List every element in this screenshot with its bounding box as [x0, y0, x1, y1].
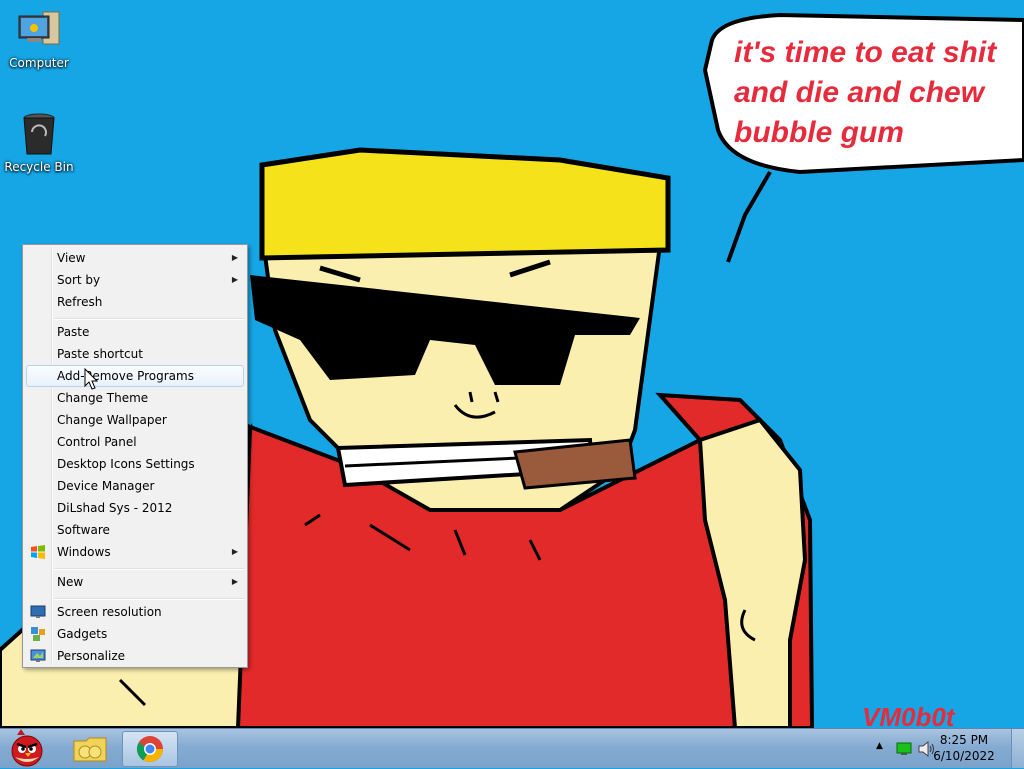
taskbar-pinned-chrome[interactable]	[122, 731, 178, 767]
taskbar-pinned-file-explorer[interactable]	[62, 731, 118, 767]
menu-item-screen-resolution[interactable]: Screen resolution	[26, 601, 244, 623]
gadgets-icon	[31, 627, 45, 641]
menu-separator	[54, 568, 244, 570]
wallpaper-signature: VM0b0t	[862, 702, 956, 730]
menu-item-label: Device Manager	[57, 479, 155, 493]
menu-item-control-panel[interactable]: Control Panel	[26, 431, 244, 453]
menu-item-refresh[interactable]: Refresh	[26, 291, 244, 313]
menu-item-paste-shortcut[interactable]: Paste shortcut	[26, 343, 244, 365]
menu-item-label: Refresh	[57, 295, 103, 309]
menu-item-gadgets[interactable]: Gadgets	[26, 623, 244, 645]
taskbar: ▲ 8:25 PM 6/10/2022	[0, 728, 1024, 768]
menu-item-label: Change Theme	[57, 391, 149, 405]
menu-item-label: Software	[57, 523, 110, 537]
system-tray: ▲ 8:25 PM 6/10/2022	[854, 729, 1024, 769]
menu-item-windows[interactable]: Windows ▶	[26, 541, 244, 563]
computer-icon	[18, 11, 60, 45]
menu-item-change-theme[interactable]: Change Theme	[26, 387, 244, 409]
menu-item-label: Add-Remove Programs	[57, 369, 194, 383]
desktop-icon-label: Recycle Bin	[4, 160, 74, 174]
menu-item-label: Paste	[57, 325, 90, 339]
menu-item-sort-by[interactable]: Sort by ▶	[26, 269, 244, 291]
menu-item-label: Paste shortcut	[57, 347, 143, 361]
menu-item-label: DiLshad Sys - 2012	[57, 501, 173, 515]
desktop-context-menu: View ▶ Sort by ▶ Refresh Paste Paste sho…	[22, 244, 248, 668]
menu-separator	[54, 318, 244, 320]
taskbar-clock[interactable]: 8:25 PM 6/10/2022	[924, 732, 1004, 764]
show-hidden-icons-icon[interactable]: ▲	[876, 741, 883, 751]
mouse-cursor-icon	[84, 368, 99, 390]
menu-item-software[interactable]: Software	[26, 519, 244, 541]
menu-item-label: Sort by	[57, 273, 101, 287]
menu-item-view[interactable]: View ▶	[26, 247, 244, 269]
windows-logo-icon	[31, 545, 45, 559]
menu-item-label: Gadgets	[57, 627, 108, 641]
menu-item-personalize[interactable]: Personalize	[26, 645, 244, 667]
menu-separator	[54, 598, 244, 600]
menu-item-label: View	[57, 251, 86, 265]
menu-item-label: Change Wallpaper	[57, 413, 167, 427]
clock-date: 6/10/2022	[933, 749, 995, 763]
submenu-arrow-icon: ▶	[231, 275, 238, 284]
menu-item-label: New	[57, 575, 84, 589]
submenu-arrow-icon: ▶	[231, 253, 238, 262]
menu-item-device-manager[interactable]: Device Manager	[26, 475, 244, 497]
start-button[interactable]	[0, 729, 54, 767]
screen-resolution-icon	[30, 605, 46, 618]
personalize-icon	[30, 649, 46, 662]
menu-item-label: Control Panel	[57, 435, 137, 449]
menu-item-label: Windows	[57, 545, 111, 559]
menu-item-dilshad-sys[interactable]: DiLshad Sys - 2012	[26, 497, 244, 519]
menu-item-label: Desktop Icons Settings	[57, 457, 195, 471]
angry-bird-icon	[11, 729, 43, 767]
speech-line-2: and die and chew	[734, 76, 986, 109]
menu-item-paste[interactable]: Paste	[26, 321, 244, 343]
desktop-icon-recycle-bin[interactable]: Recycle Bin	[1, 110, 77, 174]
show-desktop-button[interactable]	[1011, 729, 1024, 768]
menu-item-desktop-icons-settings[interactable]: Desktop Icons Settings	[26, 453, 244, 475]
clock-time: 8:25 PM	[939, 733, 989, 747]
file-explorer-icon	[73, 737, 107, 762]
speech-line-1: it's time to eat shit	[734, 36, 998, 69]
desktop-icon-label: Computer	[9, 56, 69, 70]
desktop-icon-computer[interactable]: Computer	[1, 6, 77, 70]
network-icon[interactable]	[896, 742, 912, 756]
menu-item-label: Personalize	[57, 649, 126, 663]
submenu-arrow-icon: ▶	[231, 547, 238, 556]
menu-item-label: Screen resolution	[57, 605, 162, 619]
menu-item-new[interactable]: New ▶	[26, 571, 244, 593]
recycle-bin-icon	[23, 113, 55, 155]
speech-line-3: bubble gum	[734, 116, 904, 149]
submenu-arrow-icon: ▶	[231, 577, 238, 586]
menu-item-change-wallpaper[interactable]: Change Wallpaper	[26, 409, 244, 431]
menu-item-add-remove-programs[interactable]: Add-Remove Programs	[26, 365, 244, 387]
chrome-icon	[136, 736, 164, 763]
